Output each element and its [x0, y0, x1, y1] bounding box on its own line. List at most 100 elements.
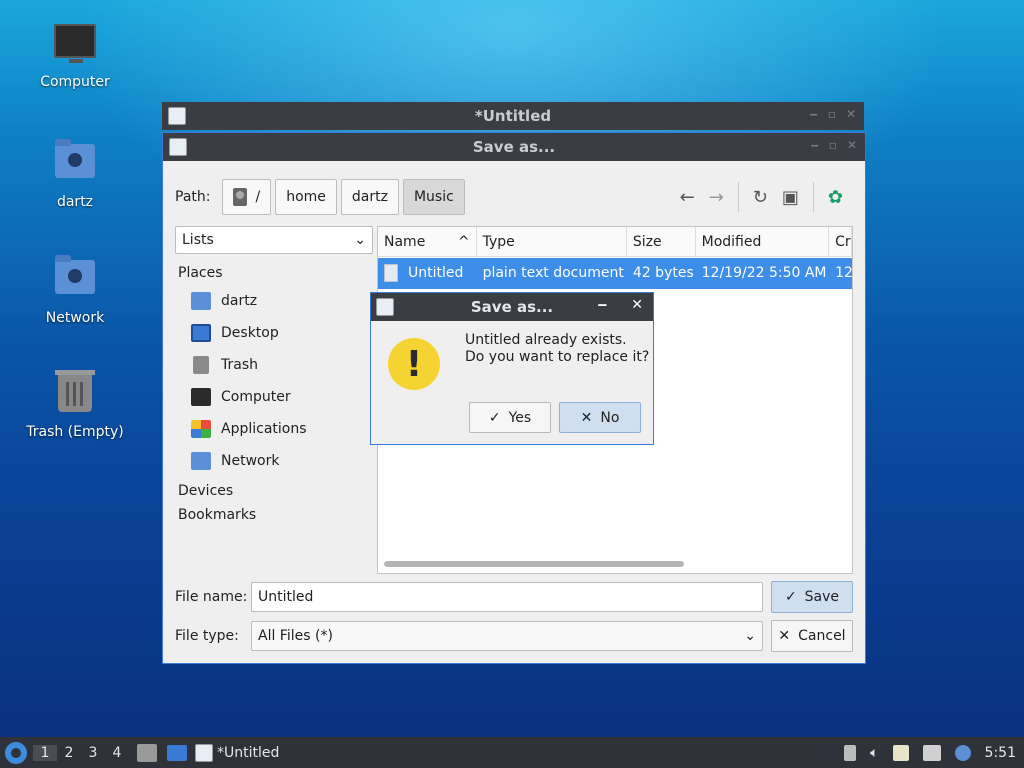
file-name-field[interactable]: Untitled — [251, 582, 763, 612]
bookmarks-header[interactable]: Bookmarks — [175, 503, 375, 527]
reload-icon[interactable]: ↻ — [753, 187, 768, 208]
toolbar-separator — [737, 182, 739, 212]
chevron-down-icon: ⌄ — [354, 232, 366, 248]
network-icon[interactable] — [922, 744, 941, 761]
app-icon — [376, 298, 394, 316]
editor-titlebar[interactable]: *Untitled ‒ ▫ ✕ — [162, 102, 864, 130]
column-header-created[interactable]: Cr — [829, 227, 852, 256]
minimize-icon[interactable]: ‒ — [810, 138, 818, 152]
confirm-message: Untitled already exists. Do you want to … — [465, 332, 649, 366]
text-document-icon — [384, 264, 398, 282]
sidebar-item-dartz[interactable]: dartz — [175, 285, 375, 317]
no-button-label: No — [600, 409, 620, 426]
new-folder-icon[interactable]: ▣ — [782, 187, 799, 208]
clock[interactable]: 5:51 — [985, 745, 1016, 761]
clipboard-icon[interactable] — [892, 744, 909, 761]
column-header-modified[interactable]: Modified — [696, 227, 830, 256]
sidebar-item-label: Computer — [221, 389, 291, 405]
column-header-name[interactable]: Name ^ — [378, 227, 477, 256]
column-header-size[interactable]: Size — [627, 227, 696, 256]
file-type-cell: plain text document — [482, 265, 624, 281]
confirm-titlebar[interactable]: Save as... ‒ ✕ — [371, 293, 653, 321]
maximize-icon[interactable]: ▫ — [828, 107, 836, 121]
sidebar-item-desktop[interactable]: Desktop — [175, 317, 375, 349]
back-arrow-icon[interactable]: ← — [680, 187, 695, 208]
column-label: Name — [384, 234, 426, 250]
sidebar-item-label: Applications — [221, 421, 307, 437]
sidebar-item-computer[interactable]: Computer — [175, 381, 375, 413]
workspace-1[interactable]: 1 — [33, 744, 57, 761]
editor-app-icon — [168, 107, 186, 125]
notification-icon[interactable] — [954, 744, 971, 761]
cancel-button[interactable]: ✕ Cancel — [771, 620, 853, 652]
drive-icon — [233, 188, 248, 206]
yes-button[interactable]: ✓ Yes — [469, 402, 551, 433]
trash-icon — [53, 370, 97, 418]
update-icon[interactable] — [844, 744, 857, 761]
desktop-icon-label: Trash (Empty) — [26, 424, 124, 440]
maximize-icon[interactable]: ▫ — [829, 138, 837, 152]
minimize-icon[interactable]: ‒ — [809, 107, 817, 121]
horizontal-scrollbar[interactable] — [384, 561, 684, 567]
check-icon: ✓ — [488, 409, 501, 426]
close-icon[interactable]: ✕ — [631, 297, 643, 313]
sidebar-item-label: dartz — [221, 293, 258, 309]
desktop-icon-trash[interactable]: Trash (Empty) — [10, 370, 140, 440]
replace-confirm-dialog: Save as... ‒ ✕ ! Untitled already exists.… — [370, 292, 654, 445]
taskbar: 1 2 3 4 *Untitled 🔈︎ 5:51 — [0, 737, 1024, 768]
column-header-type[interactable]: Type — [477, 227, 627, 256]
workspace-4[interactable]: 4 — [105, 745, 129, 761]
desktop-icon-home[interactable]: dartz — [10, 138, 140, 210]
sort-ascending-icon: ^ — [457, 234, 470, 250]
settings-gear-icon[interactable]: ✿ — [828, 187, 843, 208]
file-type-select[interactable]: All Files (*) ⌄ — [251, 621, 763, 651]
path-label: Path: — [175, 189, 211, 205]
places-view-combo[interactable]: Lists ⌄ — [175, 226, 373, 254]
show-desktop-icon[interactable] — [167, 744, 187, 761]
start-menu-icon[interactable] — [5, 741, 27, 764]
desktop-icon-label: dartz — [56, 194, 94, 210]
nav-toolbar: ← → ↻ ▣ ✿ — [680, 179, 843, 215]
taskbar-app-label: *Untitled — [217, 744, 280, 761]
volume-icon[interactable]: 🔈︎ — [870, 745, 878, 761]
file-manager-icon[interactable] — [137, 743, 157, 762]
sidebar-item-trash[interactable]: Trash — [175, 349, 375, 381]
path-bar: Path: / home dartz Music — [175, 179, 465, 215]
save-as-titlebar[interactable]: Save as... ‒ ▫ ✕ — [163, 133, 865, 161]
sidebar-item-network[interactable]: Network — [175, 445, 375, 477]
editor-app-icon — [195, 743, 213, 762]
no-button[interactable]: ✕ No — [559, 402, 641, 433]
workspace-3[interactable]: 3 — [81, 745, 105, 761]
network-folder-icon — [191, 452, 211, 470]
computer-icon — [53, 24, 97, 68]
table-row[interactable]: Untitled plain text document 42 bytes 12… — [378, 258, 852, 289]
home-folder-icon — [191, 292, 211, 310]
file-size-cell: 42 bytes — [632, 265, 694, 281]
path-button-dartz[interactable]: dartz — [340, 179, 399, 215]
home-folder-icon — [53, 139, 97, 188]
path-button-home[interactable]: home — [275, 179, 337, 215]
close-icon: ✕ — [580, 409, 593, 426]
path-button-root[interactable]: / — [222, 179, 272, 215]
taskbar-app-untitled[interactable]: *Untitled — [195, 743, 280, 762]
editor-title: *Untitled — [474, 107, 552, 125]
devices-header[interactable]: Devices — [175, 479, 375, 503]
minimize-icon[interactable]: ‒ — [598, 297, 608, 313]
file-name: Untitled — [408, 265, 464, 281]
desktop-icon-computer[interactable]: Computer — [10, 20, 140, 90]
file-modified-cell: 12/19/22 5:50 AM — [701, 265, 827, 281]
path-button-music[interactable]: Music — [402, 179, 465, 215]
sidebar-item-applications[interactable]: Applications — [175, 413, 375, 445]
save-button[interactable]: ✓ Save — [771, 581, 853, 613]
close-icon[interactable]: ✕ — [846, 107, 856, 121]
path-button-label: / — [255, 189, 261, 205]
forward-arrow-icon[interactable]: → — [709, 187, 724, 208]
save-as-title: Save as... — [472, 138, 556, 156]
close-icon[interactable]: ✕ — [847, 138, 857, 152]
check-icon: ✓ — [784, 589, 797, 605]
workspace-2[interactable]: 2 — [57, 745, 81, 761]
chevron-down-icon: ⌄ — [744, 628, 756, 644]
desktop-icon-network[interactable]: Network — [10, 254, 140, 326]
cancel-button-label: Cancel — [798, 628, 846, 644]
system-tray: 🔈︎ 5:51 — [844, 737, 1024, 768]
